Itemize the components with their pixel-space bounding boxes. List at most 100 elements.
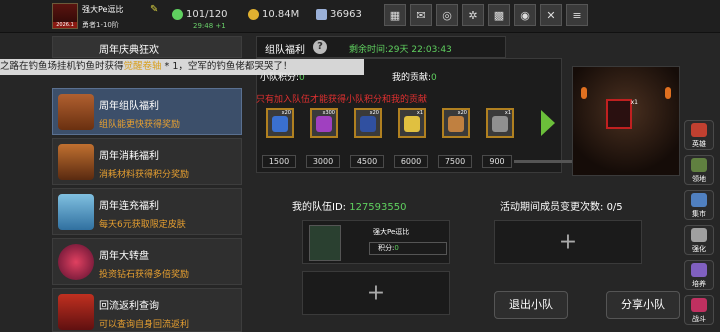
member-slot-1[interactable]: 强大Pe逗比 积分:0 <box>302 220 450 264</box>
sidebar-item-enhance[interactable]: 强化 <box>684 225 714 255</box>
member-name: 强大Pe逗比 <box>373 228 410 236</box>
milestone-label: 6000 <box>394 155 428 168</box>
menu-item-subtitle: 可以查询自身回流返利 <box>99 320 190 330</box>
menu-item-title: 周年组队福利 <box>99 101 159 112</box>
reward-qty: x1 <box>416 110 423 116</box>
member-score: 积分:0 <box>369 242 447 255</box>
torch-icon <box>581 87 587 99</box>
menu-item-team-welfare[interactable]: 周年组队福利 组队能更快获得奖励 <box>52 88 242 135</box>
my-contribution: 我的贡献:0 <box>392 73 437 83</box>
next-arrow-icon[interactable] <box>541 110 555 136</box>
featured-reward-qty: x1 <box>630 99 638 106</box>
hammer-reward-icon[interactable]: x1 <box>486 108 514 138</box>
battle-icon <box>691 298 707 312</box>
gold-display: 10.84M <box>248 9 299 20</box>
remaining-time: 剩余时间:29天 22:03:43 <box>349 45 452 55</box>
gem-reward-icon[interactable]: x20 <box>354 108 382 138</box>
stamina-timer: 29:48 +1 <box>193 22 226 30</box>
cultivate-icon <box>691 263 707 277</box>
torch-icon <box>665 87 671 99</box>
menu-item-consume-welfare[interactable]: 周年消耗福利 消耗材料获得积分奖励 <box>52 138 242 185</box>
edit-name-icon[interactable]: ✎ <box>150 4 158 15</box>
ticker-item: 觉醒卷轴 <box>123 61 162 72</box>
reward-image <box>448 116 464 132</box>
reward-qty: x20 <box>457 110 467 116</box>
panel-title: 组队福利 <box>265 45 305 56</box>
sidebar-item-label: 强化 <box>692 245 706 253</box>
settings-button[interactable]: ✲ <box>462 4 484 26</box>
menu-item-anniversary-carnival[interactable]: 周年庆典狂欢 <box>52 36 242 58</box>
stamina-icon <box>172 9 183 20</box>
menu-item-subtitle: 每天6元获取限定皮肤 <box>99 220 186 230</box>
sidebar-item-cultivate[interactable]: 培养 <box>684 260 714 290</box>
market-icon <box>691 193 707 207</box>
member-slot-3[interactable]: + <box>302 271 450 315</box>
milestone-label: 900 <box>482 155 512 168</box>
menu-item-title: 回流返利查询 <box>99 301 159 312</box>
reward-qty: x20 <box>281 110 291 116</box>
gem-value: 36963 <box>330 9 362 20</box>
add-member-icon: + <box>558 229 578 255</box>
lightning-reward-icon[interactable]: x20 <box>266 108 294 138</box>
shop-button[interactable]: ▦ <box>384 4 406 26</box>
menu-item-title: 周年大转盘 <box>99 251 149 262</box>
egg-reward-icon[interactable]: x1 <box>398 108 426 138</box>
milestone-label: 4500 <box>350 155 384 168</box>
battle-icon: ✕ <box>546 8 556 22</box>
gamepad-button[interactable]: ◎ <box>436 4 458 26</box>
menu-button[interactable]: ≡ <box>566 4 588 26</box>
wheel-button[interactable]: ◉ <box>514 4 536 26</box>
milestone-label: 1500 <box>262 155 296 168</box>
scroll-reward-icon[interactable]: x20 <box>442 108 470 138</box>
grid-button[interactable]: ▩ <box>488 4 510 26</box>
menu-icon: ≡ <box>572 8 582 22</box>
sidebar-item-hero[interactable]: 英雄 <box>684 120 714 150</box>
gem-display: 36963 <box>316 9 362 20</box>
sidebar-item-label: 集市 <box>692 210 706 218</box>
join-team-notice: 只有加入队伍才能获得小队积分和我的贡献 <box>256 95 428 105</box>
menu-item-subtitle: 投资钻石获得多倍奖励 <box>99 270 190 280</box>
share-team-button[interactable]: 分享小队 <box>606 291 680 319</box>
leave-team-button[interactable]: 退出小队 <box>494 291 568 319</box>
member-slot-2[interactable]: + <box>494 220 642 264</box>
gem-icon <box>316 9 327 20</box>
wheel-icon: ◉ <box>520 8 530 22</box>
avatar-level-badge: 2026.1 <box>53 22 77 28</box>
sidebar-item-territory[interactable]: 领地 <box>684 155 714 185</box>
ticker-suffix: * 1，空军的钓鱼佬都哭哭了！ <box>161 61 293 72</box>
player-name: 强大Pe逗比 <box>82 5 124 14</box>
menu-item-title: 周年庆典狂欢 <box>99 45 159 56</box>
sidebar-item-label: 战斗 <box>692 315 706 323</box>
sidebar-item-battle[interactable]: 战斗 <box>684 295 714 325</box>
menu-item-recharge-welfare[interactable]: 周年连充福利 每天6元获取限定皮肤 <box>52 188 242 235</box>
claw-reward-icon[interactable]: x300 <box>310 108 338 138</box>
menu-item-title: 周年消耗福利 <box>99 151 159 162</box>
ticker-prefix: 之路在钓鱼场挂机钓鱼时获得 <box>0 61 124 72</box>
menu-item-return-rebate[interactable]: 回流返利查询 可以查询自身回流返利 <box>52 288 242 332</box>
player-avatar[interactable]: 2026.1 <box>52 3 78 29</box>
mail-icon: ✉ <box>416 8 426 22</box>
menu-item-lucky-wheel[interactable]: 周年大转盘 投资钻石获得多倍奖励 <box>52 238 242 285</box>
menu-item-title: 周年连充福利 <box>99 201 159 212</box>
reward-image <box>492 116 508 132</box>
reward-image <box>272 116 288 132</box>
help-icon[interactable]: ? <box>313 40 327 54</box>
hero-icon <box>691 123 707 137</box>
mail-button[interactable]: ✉ <box>410 4 432 26</box>
sidebar-item-label: 培养 <box>692 280 706 288</box>
grid-icon: ▩ <box>493 8 505 22</box>
stamina-display: 101/120 <box>172 9 228 20</box>
add-member-icon: + <box>366 280 386 306</box>
battle-button[interactable]: ✕ <box>540 4 562 26</box>
event-menu: 周年庆典狂欢 周年组队福利 组队能更快获得奖励 周年消耗福利 消耗材料获得积分奖… <box>52 36 242 332</box>
treasure-chest-icon <box>58 144 94 180</box>
broadcast-ticker: 之路在钓鱼场挂机钓鱼时获得觉醒卷轴 * 1，空军的钓鱼佬都哭哭了！ <box>0 59 364 75</box>
player-rank: 勇者1-10阶 <box>82 21 119 29</box>
team-id: 我的队伍ID: 127593550 <box>292 202 407 213</box>
sidebar-item-label: 领地 <box>692 175 706 183</box>
sidebar-item-market[interactable]: 集市 <box>684 190 714 220</box>
featured-reward-card[interactable]: x1 <box>606 99 638 129</box>
crystal-icon <box>58 194 94 230</box>
reward-image <box>360 116 376 132</box>
rebate-icon <box>58 294 94 330</box>
